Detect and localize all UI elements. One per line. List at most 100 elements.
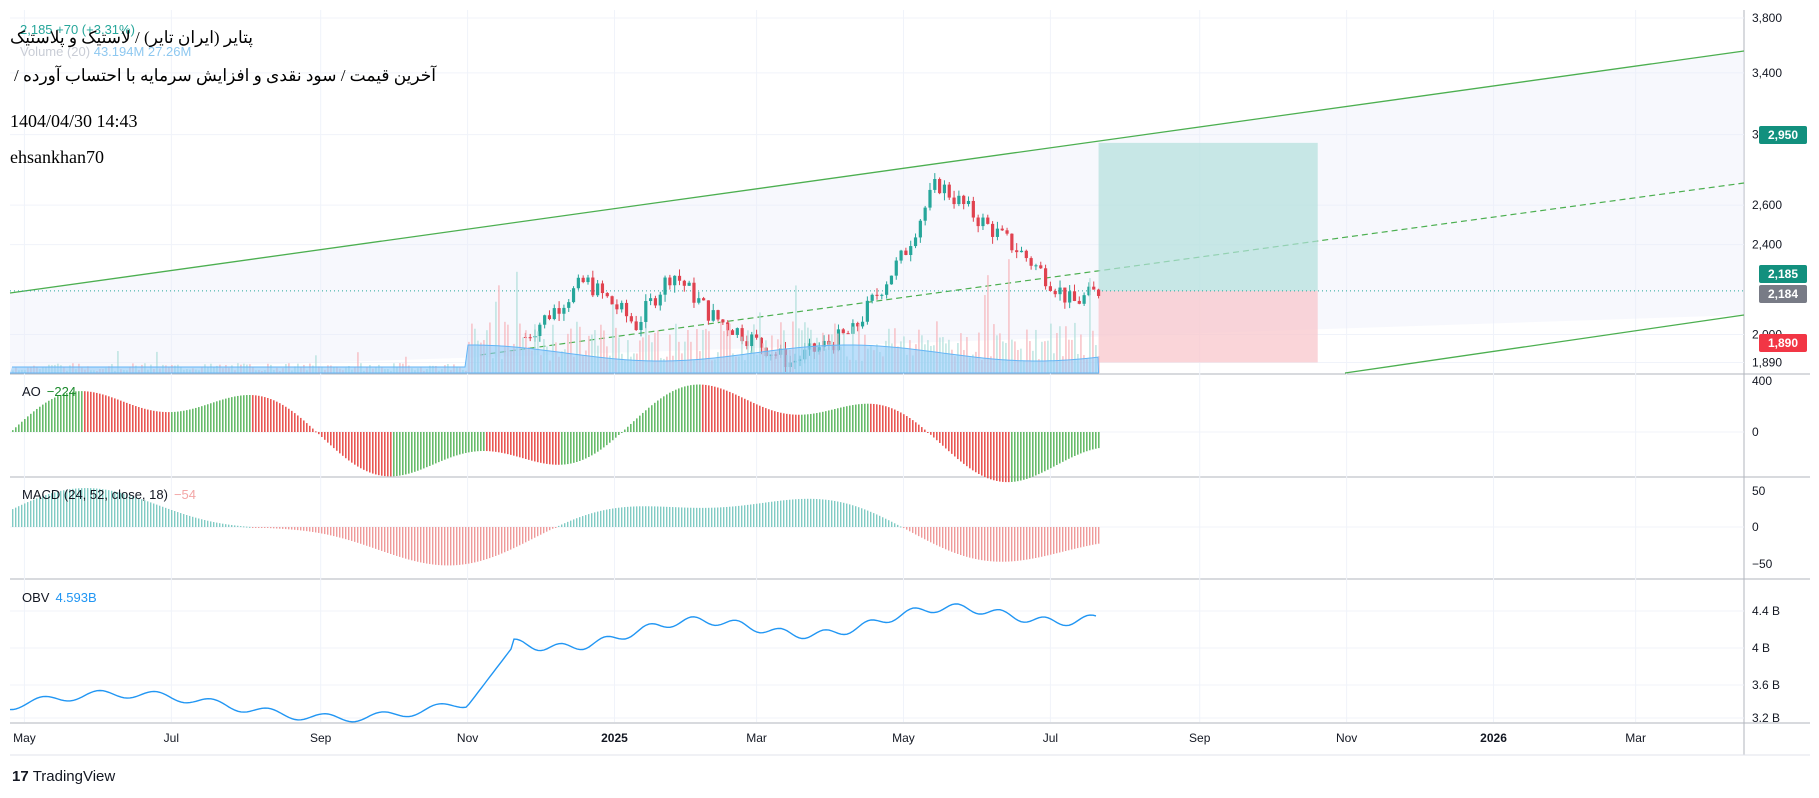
ao-bar [1047,432,1049,470]
ao-legend[interactable]: AO −224 [22,384,76,399]
ao-bar [333,432,335,449]
ao-bar [522,432,524,459]
macd-bar [834,500,836,527]
macd-bar [435,527,437,565]
macd-bar [639,506,641,527]
macd-bar [675,507,677,527]
candle-body [711,310,715,321]
ao-bar [351,432,353,463]
obv-legend[interactable]: OBV 4.593B [22,590,97,605]
macd-legend[interactable]: MACD (24, 52, close, 18) −54 [22,487,196,502]
macd-bar [303,527,305,531]
ao-bar [87,391,89,432]
macd-bar [225,524,227,527]
time-tick-label: Nov [457,731,478,745]
candle-body [991,223,995,237]
ao-bar [327,432,329,443]
ao-bar [531,432,533,461]
macd-bar [855,506,857,527]
ao-bar [1032,432,1034,477]
ao-bar [867,403,869,432]
candle-body [1024,250,1028,259]
macd-bar [936,527,938,546]
macd-bar [564,523,566,527]
macd-bar [405,527,407,559]
macd-bar [948,527,950,551]
macd-bar [18,506,20,527]
ao-bar [138,407,140,432]
ao-bar [558,432,560,465]
ao-bar [246,395,248,432]
candle-body [909,246,913,255]
candle-body [880,294,884,296]
time-tick-label: Mar [1625,731,1646,745]
ao-bar [417,432,419,471]
macd-bar [747,504,749,527]
price-tick-label: 1,890 [1752,355,1782,369]
macd-bar [666,506,668,527]
macd-bar [174,511,176,527]
obv-tick-label: 3.2 B [1752,711,1780,725]
macd-bar [582,516,584,527]
ao-bar [474,432,476,452]
macd-bar [912,527,914,533]
macd-bar [726,506,728,527]
ao-bar [537,432,539,463]
macd-bar [1092,527,1094,545]
ao-bar [837,408,839,432]
macd-bar [318,527,320,533]
ao-bar [63,393,65,432]
candle-body [644,301,648,322]
macd-bar [858,507,860,527]
ao-bar [552,432,554,465]
macd-bar [693,507,695,527]
macd-bar [426,527,428,564]
macd-bar [651,506,653,527]
macd-bar [966,527,968,557]
macd-bar [408,527,410,560]
macd-bar [822,499,824,527]
candle-body [591,277,595,296]
ao-bar [585,432,587,459]
ao-bar [60,394,62,432]
candle-body [702,298,706,301]
macd-bar [921,527,923,538]
time-tick-label: Sep [310,731,332,745]
ao-label: AO [22,384,41,399]
macd-bar [759,503,761,527]
ao-bar [942,432,944,446]
macd-bar [33,499,35,527]
ao-bar [900,412,902,432]
ao-bar [144,408,146,432]
ao-bar [1029,432,1031,478]
tradingview-brand[interactable]: 17 TradingView [12,768,115,785]
ao-bar [822,411,824,432]
macd-bar [519,527,521,546]
macd-bar [627,506,629,527]
macd-bar [663,506,665,527]
channel-fill [10,51,1744,373]
ao-bar [78,391,80,432]
ao-bar [582,432,584,460]
macd-bar [990,527,992,562]
macd-bar [1044,527,1046,557]
macd-bar [459,527,461,565]
ao-bar [270,399,272,432]
ao-bar [315,431,317,433]
ao-bar [18,424,20,432]
macd-bar [684,507,686,527]
ao-bar [291,410,293,432]
macd-bar [195,517,197,527]
macd-bar [489,527,491,559]
candle-body [923,207,927,221]
ao-bar [618,432,620,435]
ao-bar [534,432,536,462]
macd-bar [1077,527,1079,549]
macd-bar [234,525,236,527]
ao-bar [261,396,263,432]
macd-bar [630,506,632,527]
macd-bar [15,507,17,527]
candle-body [528,337,532,339]
ao-bar [45,402,47,432]
ao-bar [819,412,821,432]
